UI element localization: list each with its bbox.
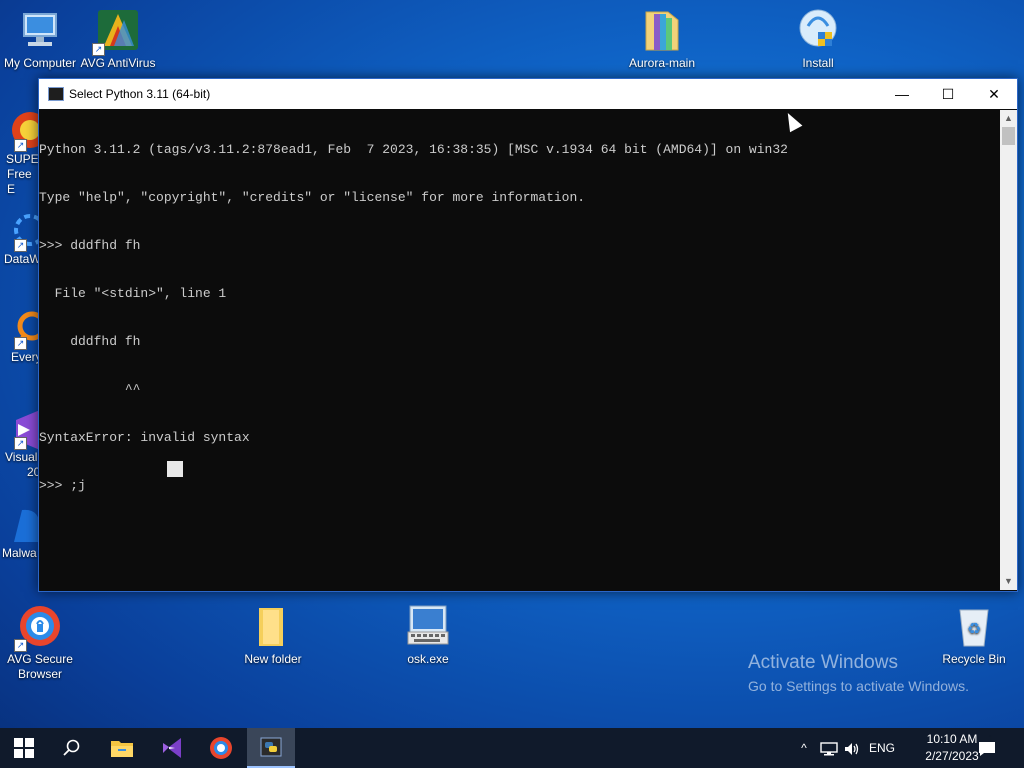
watermark-subtitle: Go to Settings to activate Windows.: [748, 678, 969, 694]
malwarebytes-icon: [0, 502, 40, 550]
scroll-down-icon[interactable]: ▼: [1000, 573, 1017, 590]
avg-secure-browser-icon: ↗: [14, 602, 64, 652]
console-line: >>> dddfhd fh: [39, 238, 141, 253]
shortcut-arrow-icon: ↗: [14, 139, 27, 152]
installer-icon: [794, 6, 842, 54]
super-shortcut[interactable]: ↗ SUPER Free E: [0, 108, 40, 197]
install-shortcut[interactable]: Install: [778, 6, 858, 71]
scroll-up-icon[interactable]: ▲: [1000, 110, 1017, 127]
console-text-cursor: [167, 461, 183, 477]
watermark-title: Activate Windows: [748, 652, 898, 673]
avg-antivirus-icon: ↗: [92, 6, 142, 56]
folder-icon: [249, 602, 297, 650]
avg-antivirus-label: AVG AntiVirus: [80, 56, 156, 70]
everything-icon: ↗: [0, 306, 40, 354]
language-indicator[interactable]: ENG: [866, 728, 898, 768]
free-label: Free E: [7, 167, 32, 196]
file-explorer-icon: [111, 741, 133, 757]
close-button[interactable]: ✕: [971, 79, 1017, 109]
taskbar: ^ ENG 10:10 AM 2/27/2023 1: [0, 728, 1024, 768]
console-line: SyntaxError: invalid syntax: [39, 430, 250, 445]
taskbar-python[interactable]: [247, 728, 295, 768]
new-folder[interactable]: New folder: [233, 602, 313, 667]
aurora-main-label: Aurora-main: [628, 56, 696, 70]
scrollbar-thumb[interactable]: [1002, 127, 1015, 145]
everything-shortcut[interactable]: ↗ Every: [0, 306, 40, 365]
visual-studio-icon: ↗: [0, 406, 40, 454]
python-console-window[interactable]: Select Python 3.11 (64-bit) — ☐ ✕ Python…: [38, 78, 1018, 592]
console-line: Type "help", "copyright", "credits" or "…: [39, 190, 586, 205]
maximize-button[interactable]: ☐: [925, 79, 971, 109]
console-line: Python 3.11.2 (tags/v3.11.2:878ead1, Feb…: [39, 142, 788, 157]
python-console-icon: [48, 87, 64, 101]
visual-studio-shortcut[interactable]: ↗ Visual 20: [0, 406, 40, 480]
volume-button[interactable]: [842, 728, 862, 768]
python-icon: [260, 737, 282, 757]
network-icon: [820, 742, 838, 756]
taskbar-file-explorer[interactable]: [98, 728, 146, 768]
svg-text:♻: ♻: [967, 619, 981, 638]
start-button[interactable]: [0, 728, 48, 768]
vertical-scrollbar[interactable]: ▲ ▼: [1000, 110, 1017, 590]
window-titlebar[interactable]: Select Python 3.11 (64-bit) — ☐ ✕: [39, 79, 1017, 109]
taskbar-visual-studio[interactable]: [148, 728, 196, 768]
avg-secure-browser-label: AVG Secure Browser: [7, 652, 73, 681]
notification-count: 1: [988, 734, 994, 745]
dataw-shortcut[interactable]: ↗ DataW: [0, 208, 40, 267]
console-output[interactable]: Python 3.11.2 (tags/v3.11.2:878ead1, Feb…: [39, 110, 1000, 590]
super-icon: ↗: [0, 108, 40, 156]
new-folder-label: New folder: [244, 652, 302, 666]
visual-num-label: 20: [27, 465, 40, 479]
activate-windows-watermark: Activate Windows Go to Settings to activ…: [748, 652, 969, 694]
osk-exe[interactable]: osk.exe: [388, 602, 468, 667]
console-line: dddfhd fh: [39, 334, 141, 349]
on-screen-keyboard-icon: [404, 602, 452, 650]
visual-studio-icon: [163, 738, 181, 758]
shortcut-arrow-icon: ↗: [14, 639, 27, 652]
browser-icon: [210, 737, 232, 759]
shortcut-arrow-icon: ↗: [92, 43, 105, 56]
action-center-button[interactable]: 1: [972, 728, 1002, 768]
my-computer-icon-shortcut[interactable]: My Computer: [0, 6, 80, 71]
taskbar-browser[interactable]: [197, 728, 245, 768]
volume-icon: [845, 742, 859, 755]
console-line: >>> ;j: [39, 478, 86, 493]
minimize-button[interactable]: —: [879, 79, 925, 109]
shortcut-arrow-icon: ↗: [14, 437, 27, 450]
shortcut-arrow-icon: ↗: [14, 337, 27, 350]
windows-logo-icon: [14, 738, 34, 758]
window-title: Select Python 3.11 (64-bit): [69, 87, 211, 101]
search-button[interactable]: [48, 728, 96, 768]
console-line: File "<stdin>", line 1: [39, 286, 227, 301]
dataw-icon: ↗: [0, 208, 40, 256]
zip-folder-icon: [638, 6, 686, 54]
chevron-up-icon: ^: [801, 741, 807, 755]
malwarebytes-shortcut[interactable]: Malwa: [0, 502, 40, 561]
computer-icon: [16, 6, 64, 54]
network-button[interactable]: [818, 728, 840, 768]
osk-label: osk.exe: [407, 652, 449, 666]
shortcut-arrow-icon: ↗: [14, 239, 27, 252]
avg-secure-browser-shortcut[interactable]: ↗ AVG Secure Browser: [0, 602, 80, 682]
avg-antivirus-shortcut[interactable]: ↗ AVG AntiVirus: [78, 6, 158, 71]
my-computer-label: My Computer: [3, 56, 77, 70]
recycle-bin-icon: ♻: [950, 602, 998, 650]
install-label: Install: [802, 56, 834, 70]
search-icon: [63, 739, 80, 756]
aurora-main-folder[interactable]: Aurora-main: [622, 6, 702, 71]
show-hidden-icons[interactable]: ^: [794, 728, 814, 768]
console-line: ^^: [39, 382, 141, 397]
